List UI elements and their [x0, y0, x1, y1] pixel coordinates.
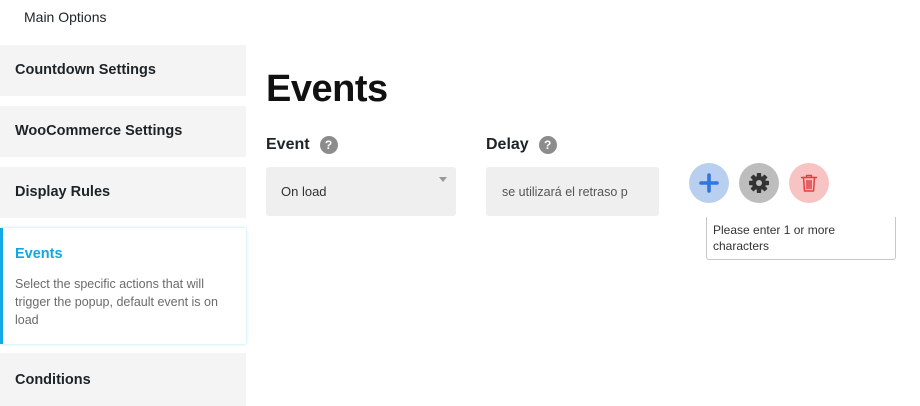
delay-field-label: Delay ?: [486, 136, 557, 154]
sidebar-item-label: Conditions: [15, 372, 91, 388]
delay-input[interactable]: [486, 167, 659, 216]
event-select-value: On load: [281, 184, 327, 199]
event-select[interactable]: On load: [266, 167, 456, 216]
event-label-text: Event: [266, 136, 310, 153]
sidebar-item-display-rules[interactable]: Display Rules: [0, 167, 246, 218]
sidebar-item-events[interactable]: Events Select the specific actions that …: [0, 228, 246, 344]
sidebar-item-label: WooCommerce Settings: [15, 123, 183, 139]
add-event-button[interactable]: [689, 163, 729, 203]
caret-down-icon: [439, 177, 447, 182]
delay-label-text: Delay: [486, 136, 529, 153]
sidebar-item-label: Display Rules: [15, 184, 111, 200]
sidebar-item-woocommerce-settings[interactable]: WooCommerce Settings: [0, 106, 246, 157]
trash-icon: [800, 174, 818, 192]
sidebar-item-label: Events: [15, 246, 63, 262]
sidebar-item-description: Select the specific actions that will tr…: [15, 277, 218, 327]
page-title: Events: [266, 68, 388, 110]
gear-icon: [749, 173, 769, 193]
event-field-label: Event ?: [266, 136, 338, 154]
sidebar-item-countdown-settings[interactable]: Countdown Settings: [0, 45, 246, 96]
help-icon[interactable]: ?: [538, 136, 557, 154]
validation-tooltip: Please enter 1 or more characters: [706, 217, 896, 260]
sidebar-item-conditions[interactable]: Conditions: [0, 353, 246, 406]
event-settings-button[interactable]: [739, 163, 779, 203]
help-icon[interactable]: ?: [319, 136, 338, 154]
delete-event-button[interactable]: [789, 163, 829, 203]
main-options-label: Main Options: [24, 9, 107, 25]
sidebar-item-label: Countdown Settings: [15, 62, 156, 78]
plus-icon: [699, 173, 719, 193]
